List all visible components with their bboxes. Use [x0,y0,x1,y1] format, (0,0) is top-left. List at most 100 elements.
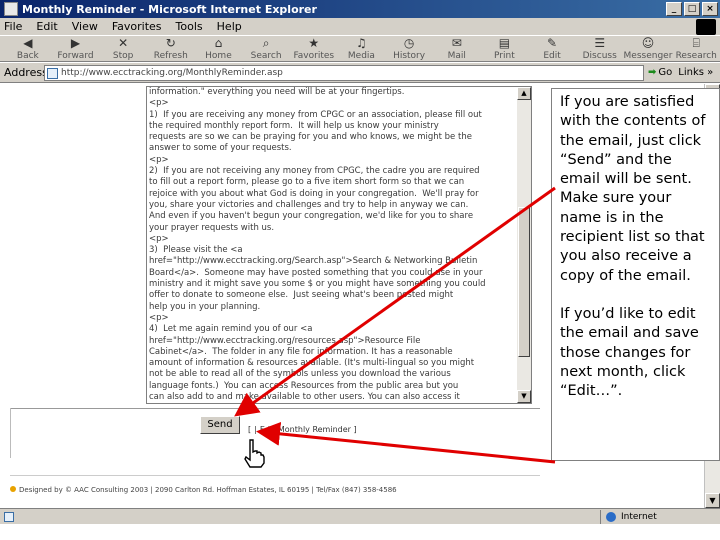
toolbar-history-button[interactable]: ◷ History [385,36,433,61]
toolbar-mail-button[interactable]: ✉ Mail [433,36,481,61]
email-body-line: 1) If you are receiving any money from C… [149,109,482,120]
menu-favorites[interactable]: Favorites [112,20,162,33]
email-body-line: your prayer requests with us. [149,222,275,233]
email-body-line: <p> [149,154,169,165]
go-arrow-icon: ➡ [648,67,657,78]
toolbar-label: Stop [112,51,134,61]
go-button[interactable]: ➡ Go [648,67,672,78]
forward-arrow-icon: ▶ [70,36,81,50]
menu-file[interactable]: File [4,20,22,33]
menu-help[interactable]: Help [217,20,242,33]
email-body-line: language fonts.) You can access Resource… [149,380,459,391]
edit-monthly-reminder-link[interactable]: [| Edit Monthly Reminder ] [248,425,357,434]
toolbar-discuss-button[interactable]: ☰ Discuss [576,36,624,61]
ie-page-icon [4,2,18,16]
toolbar-label: Refresh [153,51,188,61]
toolbar-home-button[interactable]: ⌂ Home [195,36,243,61]
toolbar-label: History [393,51,426,61]
email-body-line: to fill out a report form, please go to … [149,177,465,188]
email-body-line: help you in your planning. [149,301,261,312]
page-done-icon [4,512,14,522]
email-body-line: rejoice with you about what God is doing… [149,188,479,199]
email-body-line: the required monthly report form. It wil… [149,120,439,131]
footer-divider [10,475,540,476]
media-icon: ♫ [356,36,367,50]
toolbar-label: Messenger [623,51,673,61]
scroll-down-arrow-icon[interactable]: ▼ [705,493,720,508]
standard-toolbar: ◀ Back ▶ Forward ✕ Stop ↻ Refresh ⌂ Home ⌕ Sea… [0,36,720,62]
email-body-line: information." everything you need will b… [149,87,405,97]
messenger-icon: ☺ [641,36,655,50]
toolbar-stop-button[interactable]: ✕ Stop [99,36,147,61]
email-body-line: offer to donate to someone else. Just se… [149,290,454,301]
toolbar-back-button[interactable]: ◀ Back [4,36,52,61]
email-body-line: <p> [149,312,169,323]
aac-logo-icon [10,486,16,492]
textarea-scrollbar[interactable]: ▲ ▼ [517,87,531,403]
toolbar-label: Back [16,51,39,61]
toolbar-print-button[interactable]: ▤ Print [481,36,529,61]
email-body-line: href="http://www.ecctracking.org/Search.… [149,256,478,267]
separator: | [254,425,257,434]
email-body-line: Board</a>. Someone may have posted somet… [149,267,483,278]
toolbar-search-button[interactable]: ⌕ Search [242,36,290,61]
email-body-line: requests are so we can be praying for yo… [149,132,472,143]
close-button[interactable]: × [702,2,718,16]
minimize-button[interactable]: _ [666,2,682,16]
status-bar: Internet [0,508,720,524]
email-body-line: can also add to and make available to ot… [149,392,460,403]
email-body-line: you, share your victories and challenges… [149,199,469,210]
menu-view[interactable]: View [72,20,98,33]
toolbar-messenger-button[interactable]: ☺ Messenger [624,36,673,61]
toolbar-forward-button[interactable]: ▶ Forward [52,36,100,61]
email-body-line: answer to some of your requests. [149,143,292,154]
research-icon: ⌸ [692,36,700,50]
menu-edit[interactable]: Edit [36,20,57,33]
scroll-thumb[interactable] [518,207,530,357]
history-icon: ◷ [403,36,415,50]
toolbar-edit-button[interactable]: ✎ Edit [528,36,576,61]
toolbar-label: Print [494,51,515,61]
toolbar-media-button[interactable]: ♫ Media [338,36,386,61]
search-icon: ⌕ [262,36,270,50]
send-instruction-note: If you are satisfied with the contents o… [560,94,706,284]
title-bar: Monthly Reminder - Microsoft Internet Ex… [0,0,720,18]
links-button[interactable]: Links » [678,67,713,78]
window-title: Monthly Reminder - Microsoft Internet Ex… [22,2,317,16]
toolbar-refresh-button[interactable]: ↻ Refresh [147,36,195,61]
edit-link-label: Edit Monthly Reminder [259,425,351,434]
address-bar: Address http://www.ecctracking.org/Month… [0,63,720,83]
toolbar-label: Mail [447,51,466,61]
send-button[interactable]: Send [200,416,240,434]
address-label: Address [4,66,48,79]
scroll-up-arrow-icon[interactable]: ▲ [517,87,531,100]
email-body-line: not be able to read all of the symbols u… [149,369,451,380]
security-zone: Internet [600,510,720,524]
slide-bottom-margin [0,524,720,540]
edit-icon: ✎ [547,36,558,50]
email-body-textarea[interactable]: information." everything you need will b… [146,86,532,404]
scroll-down-arrow-icon[interactable]: ▼ [517,390,531,403]
menu-tools[interactable]: Tools [176,20,203,33]
email-body-line: <p> [149,233,169,244]
email-body-line: from within the database. [149,403,519,404]
refresh-icon: ↻ [165,36,176,50]
toolbar-favorites-button[interactable]: ★ Favorites [290,36,338,61]
maximize-button[interactable]: □ [684,2,700,16]
instruction-callout: If you are satisfied with the contents o… [551,88,720,461]
windows-logo-icon [696,19,716,35]
home-icon: ⌂ [214,36,223,50]
toolbar-label: Edit [543,51,561,61]
go-label: Go [658,67,673,78]
toolbar-label: Forward [57,51,94,61]
print-icon: ▤ [498,36,511,50]
toolbar-label: Home [205,51,232,61]
email-body-line: Cabinet</a>. The folder in any file for … [149,346,453,357]
page-icon [47,67,58,79]
address-input[interactable]: http://www.ecctracking.org/MonthlyRemind… [44,64,644,81]
toolbar-research-button[interactable]: ⌸ Research [672,36,720,61]
email-body-line: ministry and it might save you some $ or… [149,279,486,290]
email-body-line: <p> [149,98,169,109]
form-left-border [10,408,11,458]
favorites-icon: ★ [308,36,320,50]
